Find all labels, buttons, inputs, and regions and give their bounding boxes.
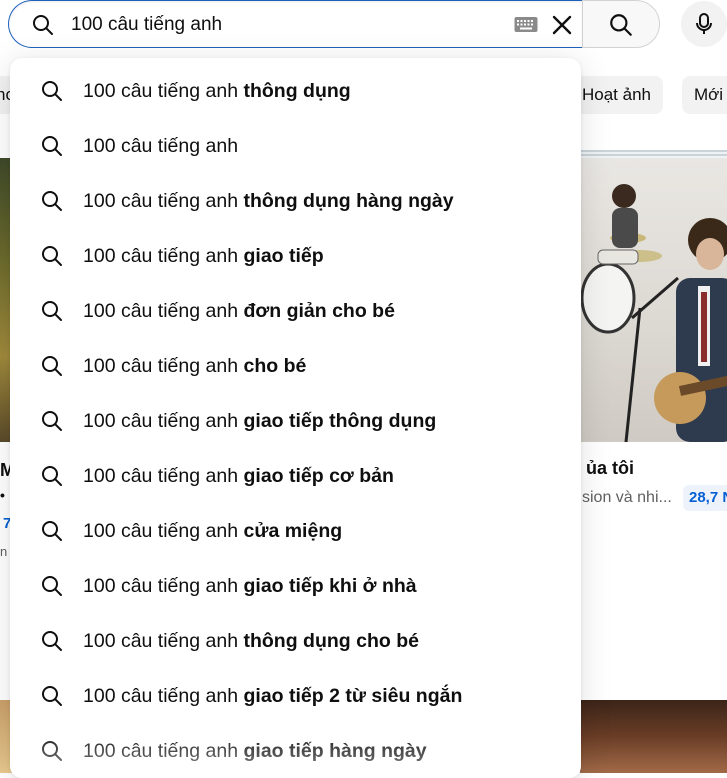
chip-moi[interactable]: Mới <box>682 76 727 114</box>
suggestion-item[interactable]: 100 câu tiếng anh thông dụng cho bé <box>10 614 581 669</box>
suggestion-text: 100 câu tiếng anh giao tiếp cơ bản <box>83 449 394 504</box>
search-icon <box>42 136 62 156</box>
search-icon <box>33 15 53 35</box>
suggestion-completion: giao tiếp <box>243 245 324 267</box>
suggestion-query-part: 100 câu tiếng anh <box>83 300 239 322</box>
channel-name[interactable]: sion và nhi... <box>582 489 672 507</box>
search-icon <box>42 191 62 211</box>
suggestion-query-part: 100 câu tiếng anh <box>83 190 239 212</box>
suggestion-text: 100 câu tiếng anh đơn giản cho bé <box>83 284 395 339</box>
search-icon <box>42 521 62 541</box>
suggestion-item[interactable]: 100 câu tiếng anh cửa miệng <box>10 504 581 559</box>
suggestion-query-part: 100 câu tiếng anh <box>83 740 239 762</box>
suggestion-text: 100 câu tiếng anh giao tiếp hàng ngày <box>83 724 427 778</box>
search-icon <box>42 576 62 596</box>
search-icon <box>42 81 62 101</box>
suggestion-text: 100 câu tiếng anh thông dụng hàng ngày <box>83 174 454 229</box>
suggestion-text: 100 câu tiếng anh giao tiếp <box>83 229 324 284</box>
voice-search-button[interactable] <box>681 1 727 47</box>
suggestion-item[interactable]: 100 câu tiếng anh thông dụng <box>10 64 581 119</box>
suggestion-query-part: 100 câu tiếng anh <box>83 575 239 597</box>
suggestion-completion: giao tiếp khi ở nhà <box>243 575 417 597</box>
band-image <box>580 184 727 442</box>
suggestion-item[interactable]: 100 câu tiếng anh cho bé <box>10 339 581 394</box>
search-icon <box>42 301 62 321</box>
video-title[interactable]: ủa tôi <box>586 458 634 479</box>
search-icon <box>42 466 62 486</box>
microphone-icon <box>696 13 712 34</box>
thumbnail-progress-strip <box>580 150 727 158</box>
chip-label: Mới <box>694 85 724 104</box>
suggestion-query-part: 100 câu tiếng anh <box>83 245 239 267</box>
close-icon[interactable] <box>549 12 575 38</box>
search-icon <box>42 631 62 651</box>
suggestion-query-part: 100 câu tiếng anh <box>83 465 239 487</box>
suggestion-item[interactable]: 100 câu tiếng anh giao tiếp hàng ngày <box>10 724 581 778</box>
suggestion-completion: giao tiếp hàng ngày <box>243 740 427 762</box>
suggestion-completion: cho bé <box>243 355 307 377</box>
chip-hoat-anh[interactable]: Hoạt ảnh <box>570 76 663 114</box>
suggestion-item[interactable]: 100 câu tiếng anh giao tiếp <box>10 229 581 284</box>
suggestion-item[interactable]: 100 câu tiếng anh giao tiếp cơ bản <box>10 449 581 504</box>
suggestion-text: 100 câu tiếng anh thông dụng cho bé <box>83 614 419 669</box>
video-thumbnail-band[interactable] <box>580 158 727 442</box>
suggestion-completion: thông dụng hàng ngày <box>243 190 454 212</box>
suggestion-query-part: 100 câu tiếng anh <box>83 355 239 377</box>
suggestion-query-part: 100 câu tiếng anh <box>83 685 239 707</box>
suggestion-item[interactable]: 100 câu tiếng anh giao tiếp khi ở nhà <box>10 559 581 614</box>
suggestion-item[interactable]: 100 câu tiếng anh thông dụng hàng ngày <box>10 174 581 229</box>
suggestion-query-part: 100 câu tiếng anh <box>83 135 239 157</box>
bg-fragment: • <box>0 487 5 503</box>
suggestion-completion: thông dụng cho bé <box>243 630 419 652</box>
search-suggestions-dropdown: 100 câu tiếng anh thông dụng 100 câu tiến… <box>10 58 581 778</box>
suggestion-item[interactable]: 100 câu tiếng anh <box>10 119 581 174</box>
search-icon <box>610 14 632 36</box>
suggestion-completion: đơn giản cho bé <box>243 300 395 322</box>
search-icon <box>42 411 62 431</box>
suggestion-completion: giao tiếp cơ bản <box>243 465 394 487</box>
video-thumbnail[interactable] <box>580 700 727 773</box>
suggestion-item[interactable]: 100 câu tiếng anh giao tiếp thông dụng <box>10 394 581 449</box>
bg-fragment: n <box>0 544 8 559</box>
view-count-badge: 28,7 N <box>683 485 727 511</box>
search-icon <box>42 686 62 706</box>
suggestion-completion: thông dụng <box>243 80 351 102</box>
suggestion-text: 100 câu tiếng anh giao tiếp thông dụng <box>83 394 436 449</box>
suggestion-completion: giao tiếp thông dụng <box>243 410 437 432</box>
suggestion-completion: giao tiếp 2 từ siêu ngắn <box>243 685 463 707</box>
suggestion-query-part: 100 câu tiếng anh <box>83 630 239 652</box>
search-button[interactable] <box>582 0 660 48</box>
search-icon <box>42 741 62 761</box>
suggestion-text: 100 câu tiếng anh cho bé <box>83 339 306 394</box>
suggestion-text: 100 câu tiếng anh cửa miệng <box>83 504 342 559</box>
suggestion-text: 100 câu tiếng anh giao tiếp 2 từ siêu ng… <box>83 669 462 724</box>
search-icon <box>42 246 62 266</box>
search-input[interactable] <box>71 9 491 41</box>
search-icon <box>42 356 62 376</box>
suggestion-query-part: 100 câu tiếng anh <box>83 410 239 432</box>
suggestion-text: 100 câu tiếng anh giao tiếp khi ở nhà <box>83 559 417 614</box>
suggestion-item[interactable]: 100 câu tiếng anh đơn giản cho bé <box>10 284 581 339</box>
keyboard-icon[interactable] <box>514 16 538 34</box>
suggestion-item[interactable]: 100 câu tiếng anh giao tiếp 2 từ siêu ng… <box>10 669 581 724</box>
suggestion-text: 100 câu tiếng anh thông dụng <box>83 64 351 119</box>
chip-label: Hoạt ảnh <box>582 85 651 104</box>
suggestion-query-part: 100 câu tiếng anh <box>83 80 239 102</box>
suggestion-text: 100 câu tiếng anh <box>83 119 238 174</box>
suggestion-completion: cửa miệng <box>243 520 343 542</box>
suggestion-query-part: 100 câu tiếng anh <box>83 520 239 542</box>
search-box[interactable] <box>8 0 582 48</box>
